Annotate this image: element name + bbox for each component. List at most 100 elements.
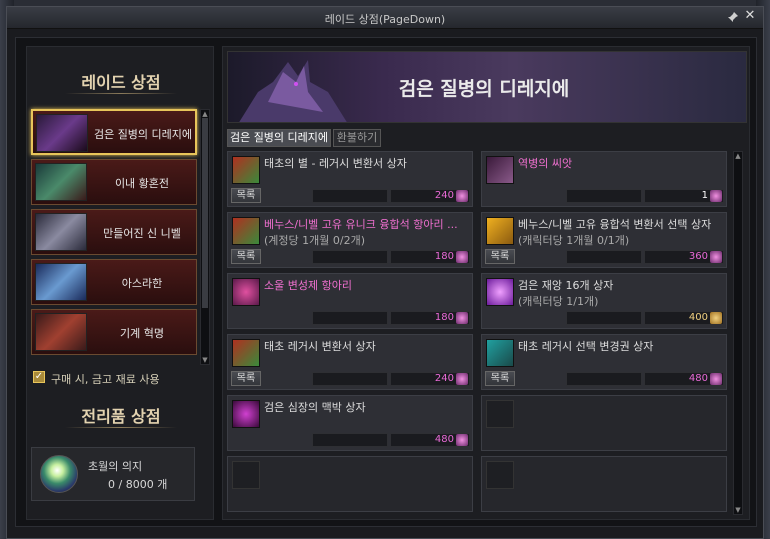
tab-direzie[interactable]: 검은 질병의 디레지에	[227, 129, 331, 147]
item-slot	[312, 311, 388, 325]
title-bar[interactable]: 레이드 상점(PageDown) ✕	[7, 7, 763, 29]
left-panel: 레이드 상점 검은 질병의 디레지에 이내 황혼전 만들어진 신 니벨 아스라한…	[26, 46, 214, 520]
scroll-thumb[interactable]	[202, 118, 208, 308]
currency-pink-icon	[710, 251, 722, 263]
item-grid-scrollbar[interactable]: ▲ ▼	[733, 151, 743, 515]
tab-refund[interactable]: 환불하기	[333, 129, 381, 147]
shop-item-card[interactable]: 베누스/니벨 고유 융합석 변환서 선택 상자 (캐릭터당 1개월 0/1개) …	[481, 212, 727, 268]
item-price: 240	[434, 373, 454, 384]
currency-gold-icon	[710, 312, 722, 324]
seed-icon	[486, 156, 514, 184]
shop-item-label: 만들어진 신 니벨	[103, 227, 181, 240]
item-name: 베누스/니벨 고유 유니크 융합석 항아리 ...	[264, 218, 458, 231]
shop-item-label: 검은 질병의 디레지에	[93, 128, 193, 141]
empty-icon-slot	[486, 461, 514, 489]
shop-item-label: 아스라한	[121, 277, 163, 290]
item-price: 480	[434, 434, 454, 445]
scroll-up-icon[interactable]: ▲	[734, 152, 742, 160]
raid-banner: 검은 질병의 디레지에	[227, 51, 747, 123]
dragon-illustration	[238, 52, 348, 122]
shop-item-card[interactable]: 소울 변성제 항아리 180	[227, 273, 473, 329]
currency-pink-icon	[456, 251, 468, 263]
item-price: 1	[701, 190, 708, 201]
right-panel: 검은 질병의 디레지에 검은 질병의 디레지에 환불하기 태초의 별 - 레거시…	[222, 46, 750, 520]
list-button[interactable]: 목록	[231, 188, 261, 203]
shop-item-card[interactable]: 태초 레거시 변환서 상자 목록 240	[227, 334, 473, 390]
shop-item-nibel[interactable]: 만들어진 신 니벨	[31, 209, 197, 255]
shop-item-card[interactable]: 태초의 별 - 레거시 변환서 상자 목록 240	[227, 151, 473, 207]
currency-pink-icon	[456, 434, 468, 446]
item-slot	[566, 311, 642, 325]
jar-icon	[232, 217, 260, 245]
orb-icon	[486, 278, 514, 306]
item-price: 180	[434, 312, 454, 323]
item-slot	[312, 372, 388, 386]
item-limit: (계정당 1개월 0/2개)	[264, 234, 365, 247]
item-name: 베누스/니벨 고유 융합석 변환서 선택 상자	[518, 218, 712, 231]
heart-box-icon	[232, 400, 260, 428]
item-slot	[312, 250, 388, 264]
shop-list-scrollbar[interactable]: ▲ ▼	[200, 109, 210, 365]
pin-icon[interactable]	[727, 11, 739, 23]
item-slot	[566, 189, 642, 203]
shop-item-label: 기계 혁명	[120, 327, 164, 340]
empty-item-slot	[227, 456, 473, 512]
trophy-shop-title: 전리품 상점	[81, 407, 161, 426]
shop-item-direzie[interactable]: 검은 질병의 디레지에	[31, 109, 197, 155]
trophy-count: 0 / 8000 개	[108, 478, 168, 491]
shop-item-card[interactable]: 역병의 씨앗 1	[481, 151, 727, 207]
portrait-direzie	[36, 114, 88, 152]
list-button[interactable]: 목록	[231, 371, 261, 386]
banner-title: 검은 질병의 디레지에	[398, 78, 570, 100]
item-price: 480	[688, 373, 708, 384]
portrait-machine	[35, 313, 87, 351]
raid-shop-title: 레이드 상점	[81, 73, 161, 92]
currency-pink-icon	[710, 373, 722, 385]
item-slot	[566, 372, 642, 386]
portrait-asrahan	[35, 263, 87, 301]
item-limit: (캐릭터당 1개월 0/1개)	[518, 234, 630, 247]
divider	[65, 93, 177, 94]
shop-item-card[interactable]: 베누스/니벨 고유 유니크 융합석 항아리 ... (계정당 1개월 0/2개)…	[227, 212, 473, 268]
shop-item-card[interactable]: 검은 재앙 16개 상자 (캐릭터당 1/1개) 400	[481, 273, 727, 329]
use-vault-checkbox[interactable]: ✓	[33, 371, 45, 383]
box-icon	[232, 339, 260, 367]
empty-item-slot	[481, 456, 727, 512]
item-name: 소울 변성제 항아리	[264, 279, 352, 292]
item-name: 태초 레거시 변환서 상자	[264, 340, 376, 353]
item-name: 태초 레거시 선택 변경권 상자	[518, 340, 654, 353]
item-name: 역병의 씨앗	[518, 157, 573, 170]
close-icon[interactable]: ✕	[743, 9, 757, 23]
will-orb-icon	[40, 455, 78, 493]
scroll-down-icon[interactable]: ▼	[734, 506, 742, 514]
item-limit: (캐릭터당 1/1개)	[518, 295, 599, 308]
list-button[interactable]: 목록	[485, 249, 515, 264]
shop-item-card[interactable]: 태초 레거시 선택 변경권 상자 목록 480	[481, 334, 727, 390]
portrait-inae	[35, 163, 87, 201]
item-slot	[566, 250, 642, 264]
item-name: 태초의 별 - 레거시 변환서 상자	[264, 157, 407, 170]
divider	[65, 427, 177, 428]
portrait-nibel	[35, 213, 87, 251]
shop-frame: 레이드 상점 검은 질병의 디레지에 이내 황혼전 만들어진 신 니벨 아스라한…	[15, 37, 757, 527]
currency-pink-icon	[710, 190, 722, 202]
empty-icon-slot	[486, 400, 514, 428]
scroll-up-icon[interactable]: ▲	[201, 110, 209, 118]
item-price: 400	[688, 312, 708, 323]
soul-jar-icon	[232, 278, 260, 306]
item-price: 360	[688, 251, 708, 262]
empty-item-slot	[481, 395, 727, 451]
use-vault-label: 구매 시, 금고 재료 사용	[51, 373, 160, 386]
list-button[interactable]: 목록	[231, 249, 261, 264]
shop-item-label: 이내 황혼전	[114, 177, 170, 190]
currency-pink-icon	[456, 373, 468, 385]
shop-item-card[interactable]: 검은 심장의 맥박 상자 480	[227, 395, 473, 451]
list-button[interactable]: 목록	[485, 371, 515, 386]
shop-item-inae[interactable]: 이내 황혼전	[31, 159, 197, 205]
shop-item-asrahan[interactable]: 아스라한	[31, 259, 197, 305]
trophy-shop-entry[interactable]: 초월의 의지 0 / 8000 개	[31, 447, 195, 501]
currency-pink-icon	[456, 190, 468, 202]
scroll-down-icon[interactable]: ▼	[201, 356, 209, 364]
shop-item-machine[interactable]: 기계 혁명	[31, 309, 197, 355]
currency-pink-icon	[456, 312, 468, 324]
